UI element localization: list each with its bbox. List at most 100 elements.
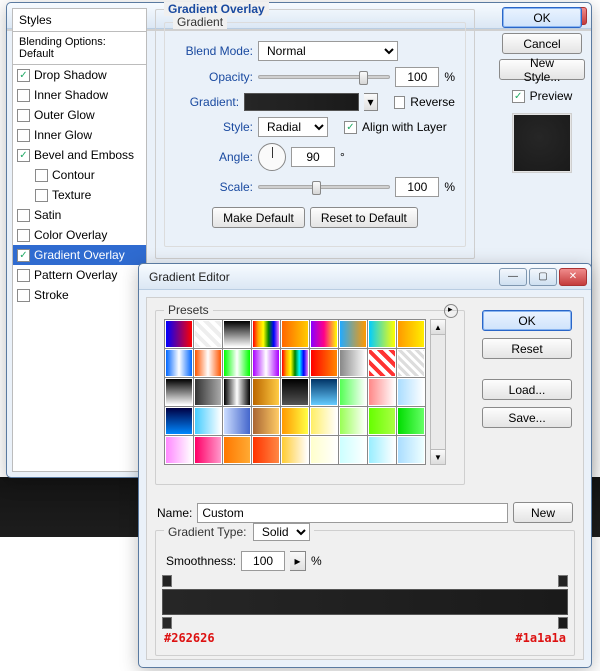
style-checkbox[interactable] — [17, 149, 30, 162]
minimize-icon[interactable]: — — [499, 268, 527, 286]
scale-slider[interactable] — [258, 185, 390, 189]
preset-swatch[interactable] — [339, 320, 367, 348]
preset-swatch[interactable] — [223, 349, 251, 377]
gradient-swatch[interactable] — [244, 93, 359, 111]
color-stop-right[interactable] — [558, 617, 568, 629]
preset-swatch[interactable] — [397, 436, 425, 464]
make-default-button[interactable]: Make Default — [212, 207, 305, 228]
style-checkbox[interactable] — [17, 89, 30, 102]
style-checkbox[interactable] — [17, 289, 30, 302]
name-input[interactable] — [197, 503, 508, 523]
style-item-drop-shadow[interactable]: Drop Shadow — [13, 65, 146, 85]
align-checkbox[interactable] — [344, 121, 357, 134]
preset-swatch[interactable] — [397, 378, 425, 406]
preset-swatch[interactable] — [165, 407, 193, 435]
preset-swatch[interactable] — [252, 407, 280, 435]
style-item-inner-shadow[interactable]: Inner Shadow — [13, 85, 146, 105]
preset-swatch[interactable] — [165, 349, 193, 377]
presets-menu-icon[interactable] — [444, 304, 458, 318]
preset-swatch[interactable] — [397, 320, 425, 348]
preset-swatch[interactable] — [194, 407, 222, 435]
style-checkbox[interactable] — [17, 109, 30, 122]
smoothness-input[interactable] — [241, 551, 285, 571]
preset-swatch[interactable] — [281, 378, 309, 406]
type-select[interactable]: Solid — [253, 523, 310, 541]
cancel-button[interactable]: Cancel — [502, 33, 582, 54]
style-item-bevel-and-emboss[interactable]: Bevel and Emboss — [13, 145, 146, 165]
preset-swatch[interactable] — [368, 378, 396, 406]
gradient-dropdown-icon[interactable]: ▾ — [364, 93, 377, 111]
style-checkbox[interactable] — [17, 229, 30, 242]
style-checkbox[interactable] — [17, 249, 30, 262]
ok-button[interactable]: OK — [502, 7, 582, 28]
opacity-stop-left[interactable] — [162, 575, 172, 587]
load-button[interactable]: Load... — [482, 379, 572, 400]
preview-checkbox[interactable] — [512, 90, 525, 103]
preset-swatch[interactable] — [310, 349, 338, 377]
save-button[interactable]: Save... — [482, 407, 572, 428]
preset-swatch[interactable] — [252, 320, 280, 348]
preset-swatch[interactable] — [223, 436, 251, 464]
preset-swatch[interactable] — [339, 378, 367, 406]
preset-swatch[interactable] — [339, 407, 367, 435]
preset-swatch[interactable] — [339, 436, 367, 464]
angle-dial[interactable] — [258, 143, 286, 171]
new-button[interactable]: New — [513, 502, 573, 523]
color-stop-left[interactable] — [162, 617, 172, 629]
style-checkbox[interactable] — [17, 69, 30, 82]
close-icon[interactable]: ✕ — [559, 268, 587, 286]
ok-button[interactable]: OK — [482, 310, 572, 331]
preset-swatch[interactable] — [252, 378, 280, 406]
preset-swatch[interactable] — [310, 436, 338, 464]
preset-swatch[interactable] — [252, 436, 280, 464]
style-item-outer-glow[interactable]: Outer Glow — [13, 105, 146, 125]
preset-swatch[interactable] — [310, 378, 338, 406]
style-checkbox[interactable] — [17, 129, 30, 142]
preset-swatch[interactable] — [194, 320, 222, 348]
preset-swatch[interactable] — [310, 407, 338, 435]
preset-swatch[interactable] — [223, 378, 251, 406]
maximize-icon[interactable]: ▢ — [529, 268, 557, 286]
smoothness-stepper-icon[interactable]: ▸ — [290, 551, 306, 571]
preset-swatch[interactable] — [252, 349, 280, 377]
style-checkbox[interactable] — [35, 169, 48, 182]
style-item-gradient-overlay[interactable]: Gradient Overlay — [13, 245, 146, 265]
preset-swatch[interactable] — [165, 320, 193, 348]
preset-swatch[interactable] — [368, 320, 396, 348]
preset-swatch[interactable] — [281, 320, 309, 348]
presets-scrollbar[interactable]: ▲▼ — [430, 319, 446, 465]
preset-swatch[interactable] — [165, 436, 193, 464]
preset-swatch[interactable] — [194, 378, 222, 406]
preset-swatch[interactable] — [397, 407, 425, 435]
gradient-editor-titlebar[interactable]: Gradient Editor — ▢ ✕ — [139, 264, 591, 290]
preset-swatch[interactable] — [165, 378, 193, 406]
style-item-satin[interactable]: Satin — [13, 205, 146, 225]
preset-swatch[interactable] — [281, 349, 309, 377]
preset-swatch[interactable] — [223, 320, 251, 348]
blend-mode-select[interactable]: Normal — [258, 41, 398, 61]
style-checkbox[interactable] — [17, 269, 30, 282]
opacity-input[interactable] — [395, 67, 439, 87]
style-item-color-overlay[interactable]: Color Overlay — [13, 225, 146, 245]
scale-input[interactable] — [395, 177, 439, 197]
preset-swatch[interactable] — [310, 320, 338, 348]
styles-header[interactable]: Styles — [13, 9, 146, 32]
style-checkbox[interactable] — [35, 189, 48, 202]
blending-options-header[interactable]: Blending Options: Default — [13, 32, 146, 65]
angle-input[interactable] — [291, 147, 335, 167]
gradient-bar[interactable] — [162, 589, 568, 615]
preset-swatch[interactable] — [368, 349, 396, 377]
style-select[interactable]: Radial — [258, 117, 328, 137]
preset-swatch[interactable] — [194, 349, 222, 377]
style-item-pattern-overlay[interactable]: Pattern Overlay — [13, 265, 146, 285]
new-style-button[interactable]: New Style... — [499, 59, 585, 80]
preset-swatch[interactable] — [368, 436, 396, 464]
reset-button[interactable]: Reset — [482, 338, 572, 359]
preset-swatch[interactable] — [368, 407, 396, 435]
reverse-checkbox[interactable] — [394, 96, 405, 109]
preset-swatch[interactable] — [281, 436, 309, 464]
reset-default-button[interactable]: Reset to Default — [310, 207, 418, 228]
preset-swatch[interactable] — [223, 407, 251, 435]
style-item-contour[interactable]: Contour — [13, 165, 146, 185]
opacity-slider[interactable] — [258, 75, 390, 79]
